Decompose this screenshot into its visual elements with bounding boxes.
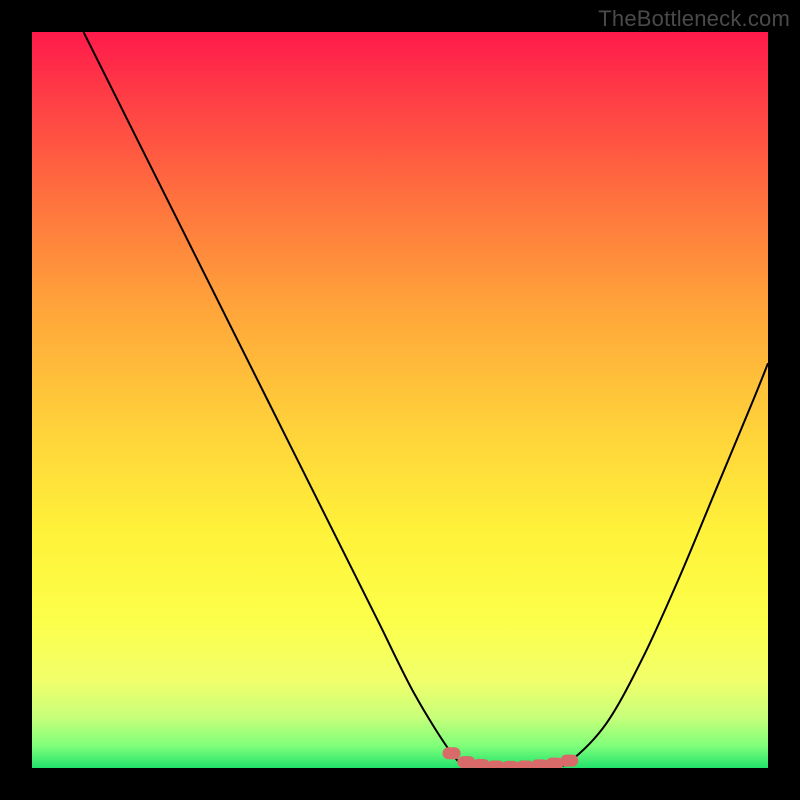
watermark-text: TheBottleneck.com (598, 6, 790, 32)
bottleneck-curve (32, 32, 768, 768)
highlight-dot (560, 755, 578, 767)
chart-frame: TheBottleneck.com (0, 0, 800, 800)
v-curve (84, 32, 768, 767)
highlight-dot (443, 747, 461, 759)
